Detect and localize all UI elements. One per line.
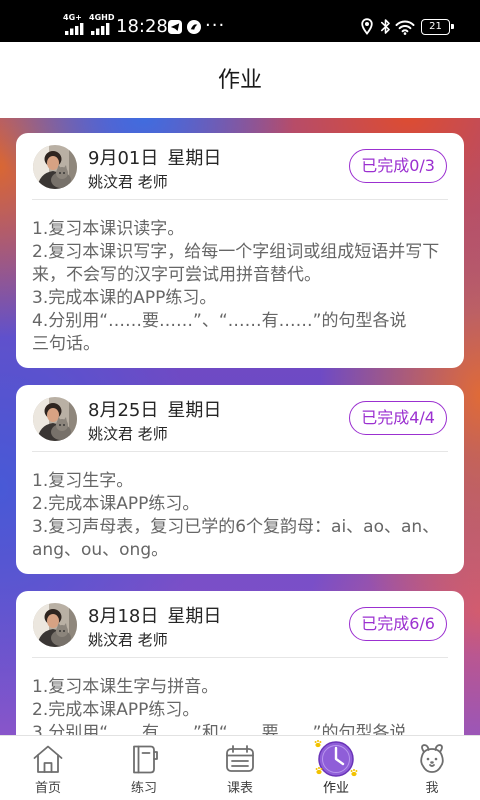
homework-card[interactable]: 9月01日 星期日 姚汶君 老师 已完成0/3 1.复习本课识读字。 2.复习本课…	[16, 133, 464, 368]
homework-card-header: 9月01日 星期日 姚汶君 老师 已完成0/3	[32, 133, 448, 199]
homework-date: 9月01日 星期日	[88, 147, 221, 171]
homework-content: 1.复习生字。 2.完成本课APP练习。 3.复习声母表，复习已学的6个复韵母：…	[32, 452, 448, 562]
tab-label: 练习	[130, 781, 157, 796]
tab-schedule[interactable]: 课表	[192, 736, 288, 800]
homework-content: 1.复习本课生字与拼音。 2.完成本课APP练习。 3.分别用“……有……”和“…	[32, 658, 448, 735]
signal-icon	[65, 23, 84, 35]
wifi-icon	[395, 20, 415, 35]
homework-line: ang、ou、ong。	[32, 540, 169, 560]
teacher-avatar	[33, 603, 77, 647]
tab-label: 课表	[226, 781, 253, 796]
notebook-icon	[127, 742, 161, 776]
homework-line: 三句话。	[32, 334, 100, 354]
app-header: 作业	[0, 42, 480, 118]
date-text: 9月01日	[88, 148, 159, 169]
tab-label: 作业	[322, 781, 349, 796]
weekday-text: 星期日	[167, 606, 222, 627]
network-type-label: 4G+	[63, 13, 82, 22]
homework-cards: 9月01日 星期日 姚汶君 老师 已完成0/3 1.复习本课识读字。 2.复习本课…	[16, 133, 464, 735]
teacher-avatar	[33, 397, 77, 441]
page-title: 作业	[217, 68, 262, 93]
homework-line: 3.复习声母表，复习已学的6个复韵母：ai、ao、an、	[32, 517, 440, 537]
date-text: 8月25日	[88, 400, 159, 421]
homework-line: 3.分别用“……有……”和“……要……”的句型各说	[32, 723, 407, 735]
weekday-text: 星期日	[167, 400, 222, 421]
more-notifications-indicator: ···	[205, 15, 226, 36]
cellular-signal-2: 4GHD	[89, 13, 115, 35]
homework-date: 8月18日 星期日	[88, 605, 221, 629]
tab-label: 首页	[34, 781, 61, 796]
homework-line: 2.完成本课APP练习。	[32, 494, 200, 514]
tab-homework[interactable]: 作业	[288, 736, 384, 800]
app-notification-icon	[187, 20, 201, 34]
tab-practice[interactable]: 练习	[96, 736, 192, 800]
tab-home[interactable]: 首页	[0, 736, 96, 800]
battery-level: 21	[429, 21, 442, 32]
homework-card-header: 8月25日 星期日 姚汶君 老师 已完成4/4	[32, 385, 448, 451]
clock-icon	[313, 737, 359, 781]
status-bar: 4G+ 4GHD 18:28 ··· 21	[0, 0, 480, 42]
completion-status-badge[interactable]: 已完成0/3	[349, 149, 447, 183]
homework-content: 1.复习本课识读字。 2.复习本课识写字，给每一个字组词或组成短语并写下 来，不…	[32, 200, 448, 356]
homework-line: 2.完成本课APP练习。	[32, 700, 200, 720]
teacher-name: 姚汶君 老师	[88, 631, 168, 649]
date-text: 8月18日	[88, 606, 159, 627]
homework-line: 2.复习本课识写字，给每一个字组词或组成短语并写下	[32, 242, 440, 262]
tab-label: 我	[425, 781, 439, 796]
tab-me[interactable]: 我	[384, 736, 480, 800]
teacher-name: 姚汶君 老师	[88, 173, 168, 191]
bottom-tab-bar: 首页 练习 课表 作业 我	[0, 735, 480, 800]
cellular-signal-1: 4G+	[63, 13, 87, 35]
completion-status-badge[interactable]: 已完成4/4	[349, 401, 447, 435]
homework-line: 1.复习本课识读字。	[32, 219, 185, 239]
clock-time: 18:28	[116, 16, 168, 37]
homework-card[interactable]: 8月25日 星期日 姚汶君 老师 已完成4/4 1.复习生字。 2.完成本课APP…	[16, 385, 464, 574]
homework-line: 1.复习生字。	[32, 471, 134, 491]
completion-status-badge[interactable]: 已完成6/6	[349, 607, 447, 641]
signal-icon	[91, 23, 110, 35]
homework-line: 来，不会写的汉字可尝试用拼音替代。	[32, 265, 321, 285]
teacher-avatar	[33, 145, 77, 189]
homework-line: 1.复习本课生字与拼音。	[32, 677, 219, 697]
dog-face-icon	[415, 742, 449, 776]
homework-card-header: 8月18日 星期日 姚汶君 老师 已完成6/6	[32, 591, 448, 657]
weekday-text: 星期日	[167, 148, 222, 169]
home-icon	[31, 742, 65, 776]
homework-card[interactable]: 8月18日 星期日 姚汶君 老师 已完成6/6 1.复习本课生字与拼音。 2.完成…	[16, 591, 464, 735]
bluetooth-icon	[381, 19, 390, 34]
network-type-label: 4GHD	[89, 13, 115, 22]
teacher-name: 姚汶君 老师	[88, 425, 168, 443]
schedule-icon	[223, 742, 257, 776]
location-icon	[361, 18, 373, 35]
homework-line: 3.完成本课的APP练习。	[32, 288, 217, 308]
telegram-icon	[168, 20, 182, 34]
battery-cap	[451, 24, 454, 29]
battery-icon: 21	[421, 19, 454, 35]
homework-line: 4.分别用“……要……”、“……有……”的句型各说	[32, 311, 407, 331]
homework-list: 9月01日 星期日 姚汶君 老师 已完成0/3 1.复习本课识读字。 2.复习本课…	[0, 118, 480, 735]
homework-date: 8月25日 星期日	[88, 399, 221, 423]
